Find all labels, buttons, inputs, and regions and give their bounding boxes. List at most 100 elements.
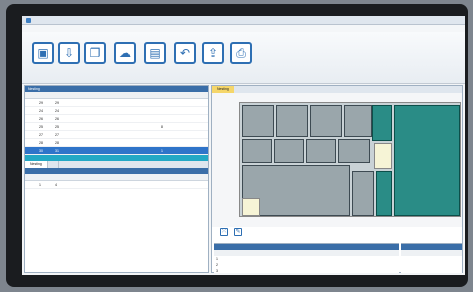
import-icon: ⇩ (63, 46, 75, 60)
nested-part[interactable] (310, 105, 342, 137)
tab-nesting[interactable]: Nesting (25, 161, 48, 168)
cell: 25 (55, 125, 59, 129)
nested-part[interactable] (306, 139, 336, 163)
nested-part-highlighted[interactable] (394, 105, 460, 216)
column-header[interactable] (71, 92, 161, 98)
cell (262, 268, 280, 274)
nested-part[interactable] (352, 171, 374, 216)
cell (161, 181, 201, 188)
table-row-selected[interactable]: 30 31 1 (25, 147, 208, 155)
column-header[interactable] (401, 250, 423, 256)
cloud-icon: ☁ (119, 46, 131, 60)
cell (71, 99, 161, 106)
column-header[interactable] (71, 174, 161, 180)
x-ruler (239, 218, 461, 223)
table-row[interactable]: 3 (214, 268, 399, 274)
cell: 24 (55, 109, 59, 113)
table-row[interactable]: 26 26 (25, 115, 208, 123)
cell (71, 107, 161, 114)
cell: 1 (39, 183, 41, 187)
app-icon (26, 17, 31, 23)
remnant-area (242, 198, 260, 216)
save-button[interactable]: ▤ (144, 42, 166, 64)
nesting-list-panel: Nesting 29 29 24 24 26 26 25 25 8 27 27 28 28 3… (24, 85, 209, 273)
nested-part[interactable] (276, 105, 308, 137)
cell (25, 139, 39, 146)
folder-open-icon: ❐ (89, 46, 101, 60)
print-icon: ⎙ (236, 46, 246, 60)
cell: 28 (55, 141, 59, 145)
cell: 30 (39, 149, 43, 153)
cell (161, 131, 201, 138)
cell (71, 139, 161, 146)
column-header[interactable] (55, 174, 71, 180)
cell (71, 115, 161, 122)
column-header[interactable] (161, 92, 201, 98)
tab-nesting-view[interactable]: Nesting (212, 86, 234, 93)
cell (25, 181, 39, 188)
export-icon: ⇪ (207, 46, 219, 60)
export-button[interactable]: ⇪ (202, 42, 224, 64)
cell (161, 99, 201, 106)
nesting-canvas[interactable] (212, 93, 462, 227)
cell (161, 139, 201, 146)
cell (161, 107, 201, 114)
nested-part[interactable] (274, 139, 304, 163)
tab-secondary[interactable] (48, 161, 59, 168)
cell (25, 115, 39, 122)
column-header[interactable] (25, 174, 39, 180)
cell (71, 181, 161, 188)
table-row[interactable]: 27 27 (25, 131, 208, 139)
nested-part[interactable] (242, 139, 272, 163)
import-button[interactable]: ⇩ (58, 42, 80, 64)
cell (25, 131, 39, 138)
cell (71, 147, 161, 154)
undo-button[interactable]: ↶ (174, 42, 196, 64)
cell: 8 (161, 125, 163, 129)
undo-icon: ↶ (179, 46, 191, 60)
cell: 31 (55, 149, 59, 153)
table-row[interactable]: 28 28 (25, 139, 208, 147)
cell (25, 99, 39, 106)
nested-part[interactable] (242, 105, 274, 137)
column-header[interactable] (39, 92, 55, 98)
open-button[interactable]: ❐ (84, 42, 106, 64)
cloud-button[interactable]: ☁ (114, 42, 136, 64)
table-row[interactable]: 24 24 (25, 107, 208, 115)
table-row[interactable]: 29 29 (25, 99, 208, 107)
column-header[interactable] (161, 174, 201, 180)
nested-part[interactable] (338, 139, 370, 163)
canvas-tab-bar: Nesting (212, 86, 462, 93)
cell (25, 123, 39, 130)
column-header[interactable] (441, 250, 459, 256)
column-header[interactable] (55, 92, 71, 98)
menu-bar (22, 25, 465, 32)
table-row[interactable]: 25 25 8 (25, 123, 208, 131)
table-row[interactable]: 14 (25, 181, 208, 189)
nested-part-highlighted[interactable] (376, 171, 392, 216)
sheet-sub-table (401, 243, 462, 273)
cell (25, 147, 39, 154)
column-header[interactable] (25, 92, 39, 98)
cell (161, 115, 201, 122)
cell (25, 107, 39, 114)
cell: 1 (161, 149, 163, 153)
cell: 27 (55, 133, 59, 137)
cell (71, 131, 161, 138)
sheet[interactable] (239, 102, 461, 217)
column-header[interactable] (423, 250, 441, 256)
monitor-button[interactable]: ▣ (32, 42, 54, 64)
nested-part-highlighted[interactable] (372, 105, 392, 141)
edit-icon[interactable]: ✎ (234, 228, 242, 236)
cell (71, 123, 161, 130)
cell: 29 (55, 101, 59, 105)
cell: 25 (39, 125, 43, 129)
print-button[interactable]: ⎙ (230, 42, 252, 64)
tab-secondary-view[interactable] (234, 86, 244, 93)
column-header[interactable] (39, 174, 55, 180)
table-header (401, 250, 462, 256)
monitor-frame: ▣ ⇩ ❐ ☁ ▤ ↶ ⇪ ⎙ Nesting 29 29 24 24 26 2… (6, 4, 468, 287)
toolbar: ▣ ⇩ ❐ ☁ ▤ ↶ ⇪ ⎙ (22, 32, 465, 84)
nested-part[interactable] (344, 105, 372, 137)
zoom-icon[interactable]: ⤧ (220, 228, 228, 236)
